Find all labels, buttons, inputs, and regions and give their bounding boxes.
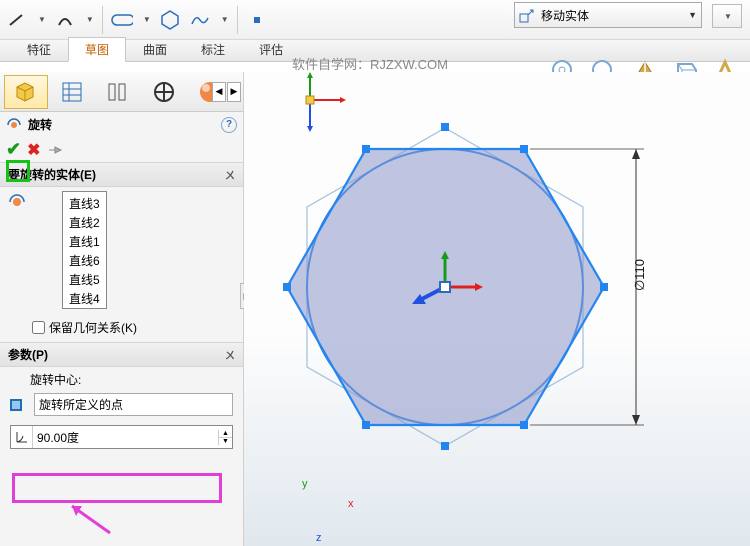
watermark-text: 软件自学网：RJZXW.COM <box>292 54 448 73</box>
panel-nav-next-icon[interactable]: ▶ <box>227 82 241 102</box>
list-item[interactable]: 直线2 <box>65 213 104 232</box>
entities-section-header[interactable]: 要旋转的实体(E) ㄨ <box>0 162 243 187</box>
axis-y-label: y <box>302 478 308 490</box>
point-tool-icon[interactable] <box>246 9 268 31</box>
dimension-label[interactable]: ∅110 <box>632 259 648 291</box>
tab-surface[interactable]: 曲面 <box>126 37 184 62</box>
center-value-field[interactable]: 旋转所定义的点 <box>34 393 233 416</box>
polygon-tool-icon[interactable] <box>159 9 181 31</box>
line-tool-icon[interactable] <box>6 9 28 31</box>
list-item[interactable]: 直线4 <box>65 289 104 308</box>
cancel-icon[interactable]: ✖ <box>27 140 40 160</box>
feature-title: 旋转 <box>28 116 52 133</box>
panel-tab-config[interactable] <box>96 75 140 109</box>
axis-z-label: z <box>316 532 322 544</box>
angle-row: ▲ ▼ <box>10 425 233 449</box>
list-item[interactable]: 圆弧1 <box>65 308 104 309</box>
list-item[interactable]: 直线5 <box>65 270 104 289</box>
dropdown-icon[interactable]: ▼ <box>38 15 46 24</box>
collapse-icon[interactable]: ㄨ <box>225 347 235 362</box>
toolbar-side-button[interactable]: ▼ <box>712 4 742 28</box>
graphics-canvas[interactable]: ∅110 x y z <box>244 72 750 546</box>
keep-relations-row[interactable]: 保留几何关系(K) <box>0 313 243 342</box>
panel-nav-prev-icon[interactable]: ◀ <box>212 82 226 102</box>
feature-header: 旋转 ? <box>0 112 243 137</box>
entities-list[interactable]: 直线3 直线2 直线1 直线6 直线5 直线4 圆弧1 <box>62 191 107 309</box>
keep-relations-label: 保留几何关系(K) <box>49 319 137 336</box>
tab-features[interactable]: 特征 <box>10 37 68 62</box>
list-item[interactable]: 直线6 <box>65 251 104 270</box>
dropdown-icon[interactable]: ▼ <box>688 10 697 20</box>
slot-tool-icon[interactable] <box>111 9 133 31</box>
world-axis-gizmo <box>298 72 358 132</box>
params-title: 参数(P) <box>8 346 48 363</box>
tab-annotate[interactable]: 标注 <box>184 37 242 62</box>
angle-icon <box>11 426 33 448</box>
spline-tool-icon[interactable] <box>189 9 211 31</box>
panel-tab-feature-tree[interactable] <box>4 75 48 109</box>
axis-x-label: x <box>348 498 354 510</box>
list-item[interactable]: 直线3 <box>65 194 104 213</box>
pushpin-icon[interactable] <box>47 143 63 157</box>
dropdown-icon[interactable]: ▼ <box>221 15 229 24</box>
help-icon[interactable]: ? <box>221 117 237 133</box>
entity-select-icon[interactable] <box>8 193 30 211</box>
panel-tab-property[interactable] <box>50 75 94 109</box>
move-body-label: 移动实体 <box>541 7 589 24</box>
list-item[interactable]: 直线1 <box>65 232 104 251</box>
tab-sketch[interactable]: 草图 <box>68 37 126 62</box>
rotate-feature-icon <box>6 117 24 133</box>
dropdown-icon[interactable]: ▼ <box>143 15 151 24</box>
move-body-icon <box>519 7 535 23</box>
angle-spin-up-icon[interactable]: ▲ <box>218 430 232 437</box>
panel-tab-bar: ◀ ▶ <box>0 72 243 112</box>
arc-tool-icon[interactable] <box>54 9 76 31</box>
action-row: ✔ ✖ <box>0 137 243 162</box>
move-body-combo[interactable]: 移动实体 ▼ <box>514 2 702 28</box>
collapse-icon[interactable]: ㄨ <box>225 167 235 182</box>
params-section-header[interactable]: 参数(P) ㄨ <box>0 342 243 367</box>
keep-relations-checkbox[interactable] <box>32 321 45 334</box>
property-panel: ◀ ▶ 旋转 ? ✔ ✖ 要旋转的实体(E) ㄨ 直线3 直线2 直线1 直线6… <box>0 72 244 546</box>
angle-input[interactable] <box>33 428 218 446</box>
panel-tab-dim[interactable] <box>142 75 186 109</box>
center-point-icon[interactable] <box>10 399 22 411</box>
ok-icon[interactable]: ✔ <box>6 139 21 160</box>
angle-spin-down-icon[interactable]: ▼ <box>218 437 232 445</box>
dropdown-icon[interactable]: ▼ <box>86 15 94 24</box>
center-value-row: 旋转所定义的点 <box>0 390 243 419</box>
entities-title: 要旋转的实体(E) <box>8 166 96 183</box>
center-label: 旋转中心: <box>0 367 243 390</box>
